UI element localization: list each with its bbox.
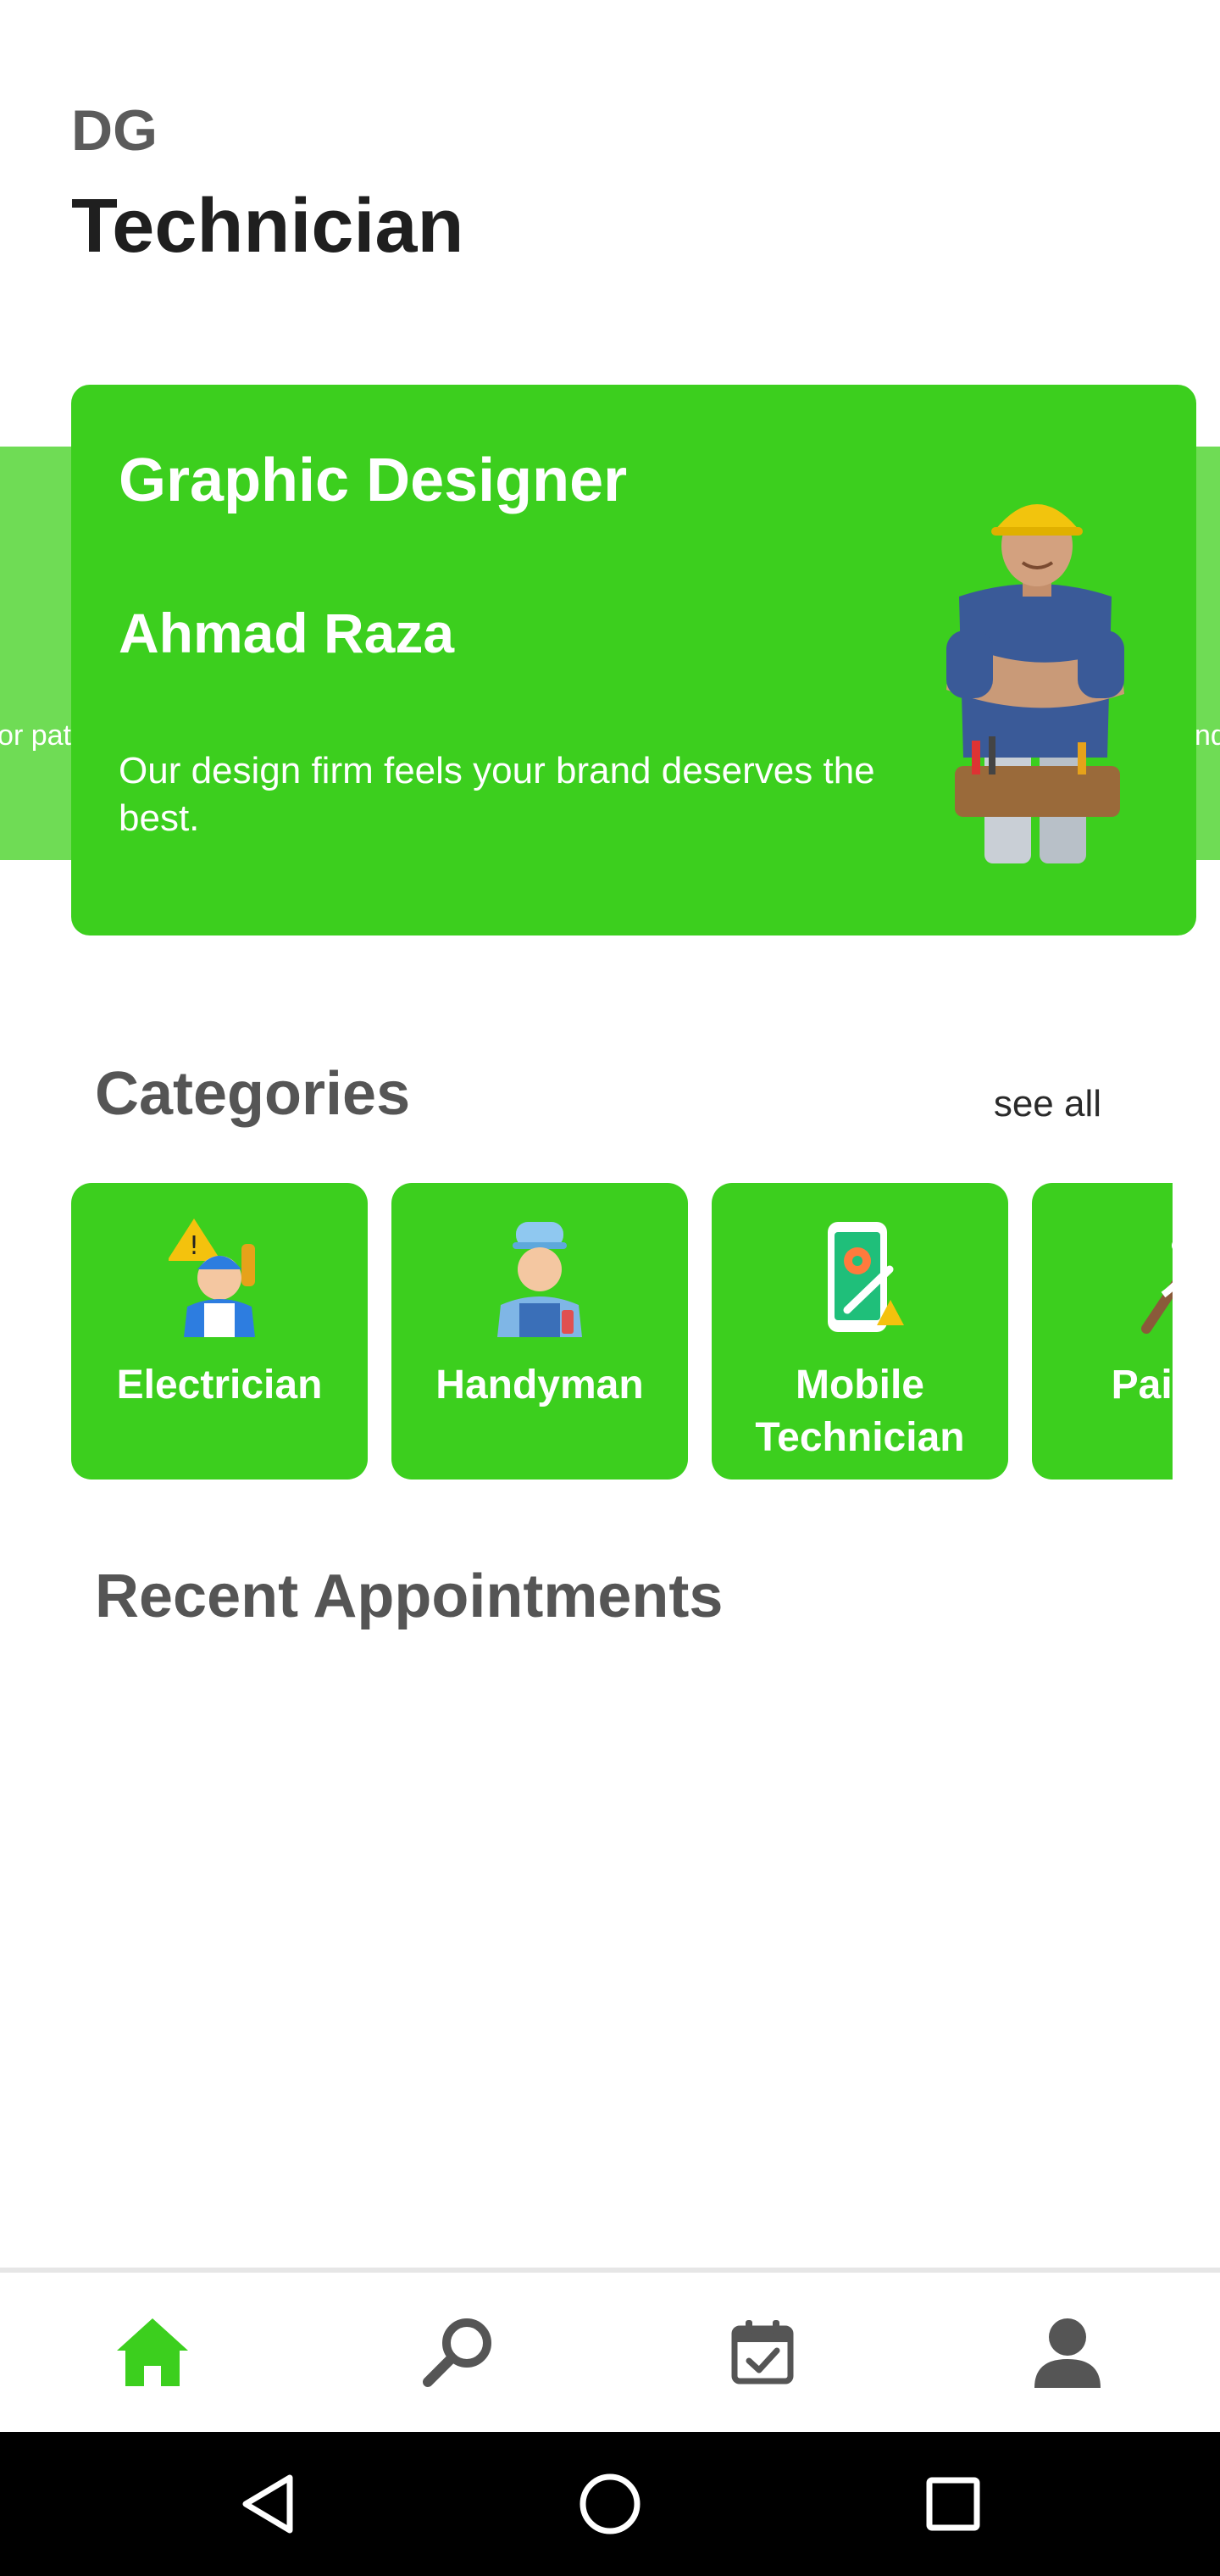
mobile-repair-icon — [828, 1222, 904, 1332]
home-icon — [117, 2318, 188, 2386]
handyman-icon — [497, 1222, 582, 1337]
banner-title: Graphic Designer — [119, 447, 628, 514]
categories-title: Categories — [95, 1060, 411, 1128]
system-recents-button[interactable] — [915, 2466, 991, 2542]
back-triangle-icon — [242, 2474, 293, 2534]
app-header: DG Technician — [71, 102, 463, 264]
system-back-button[interactable] — [230, 2466, 307, 2542]
see-all-link[interactable]: see all — [994, 1083, 1101, 1125]
category-label: Handyman — [435, 1363, 644, 1407]
nav-search[interactable] — [415, 2310, 500, 2395]
category-handyman[interactable]: Handyman — [391, 1183, 688, 1480]
category-mobile-technician[interactable]: Mobile Technician — [712, 1183, 1008, 1480]
home-circle-icon — [580, 2473, 640, 2534]
category-painter[interactable]: Painter — [1032, 1183, 1173, 1480]
recent-appointments-title: Recent Appointments — [95, 1563, 724, 1630]
bottom-nav — [0, 2268, 1220, 2437]
category-electrician[interactable]: ! Electrician — [71, 1183, 368, 1480]
recents-square-icon — [926, 2477, 980, 2531]
page-title: Technician — [71, 184, 464, 269]
system-home-button[interactable] — [572, 2466, 648, 2542]
carousel-prev-text: or pat — [0, 719, 71, 752]
categories-list[interactable]: ! Electrician Handyman Mobile Technician… — [71, 1183, 1173, 1481]
paint-roller-icon — [1141, 1219, 1173, 1334]
carousel-next-text: nd — [1195, 719, 1220, 752]
category-label: Mobile Technician — [755, 1363, 965, 1460]
category-label: Electrician — [116, 1363, 323, 1407]
user-icon — [1034, 2318, 1101, 2388]
system-navigation-bar — [0, 2432, 1220, 2576]
featured-technician-card[interactable]: Graphic Designer Ahmad Raza Our design f… — [71, 385, 1196, 935]
carousel-prev-card[interactable]: or pat — [0, 447, 71, 860]
nav-profile[interactable] — [1025, 2310, 1110, 2395]
electrician-icon: ! — [169, 1219, 255, 1337]
calendar-check-icon — [731, 2320, 794, 2384]
technician-illustration — [946, 504, 1124, 863]
technician-name: Ahmad Raza — [119, 602, 455, 664]
nav-home[interactable] — [110, 2310, 195, 2395]
category-label: Painter — [1111, 1363, 1173, 1407]
carousel-next-card[interactable]: nd — [1195, 447, 1220, 860]
nav-appointments[interactable] — [720, 2310, 805, 2395]
search-icon — [423, 2318, 491, 2387]
svg-text:!: ! — [189, 1231, 199, 1261]
banner-description: Our design firm feels your brand deserve… — [119, 750, 875, 839]
brand-prefix: DG — [71, 98, 158, 163]
